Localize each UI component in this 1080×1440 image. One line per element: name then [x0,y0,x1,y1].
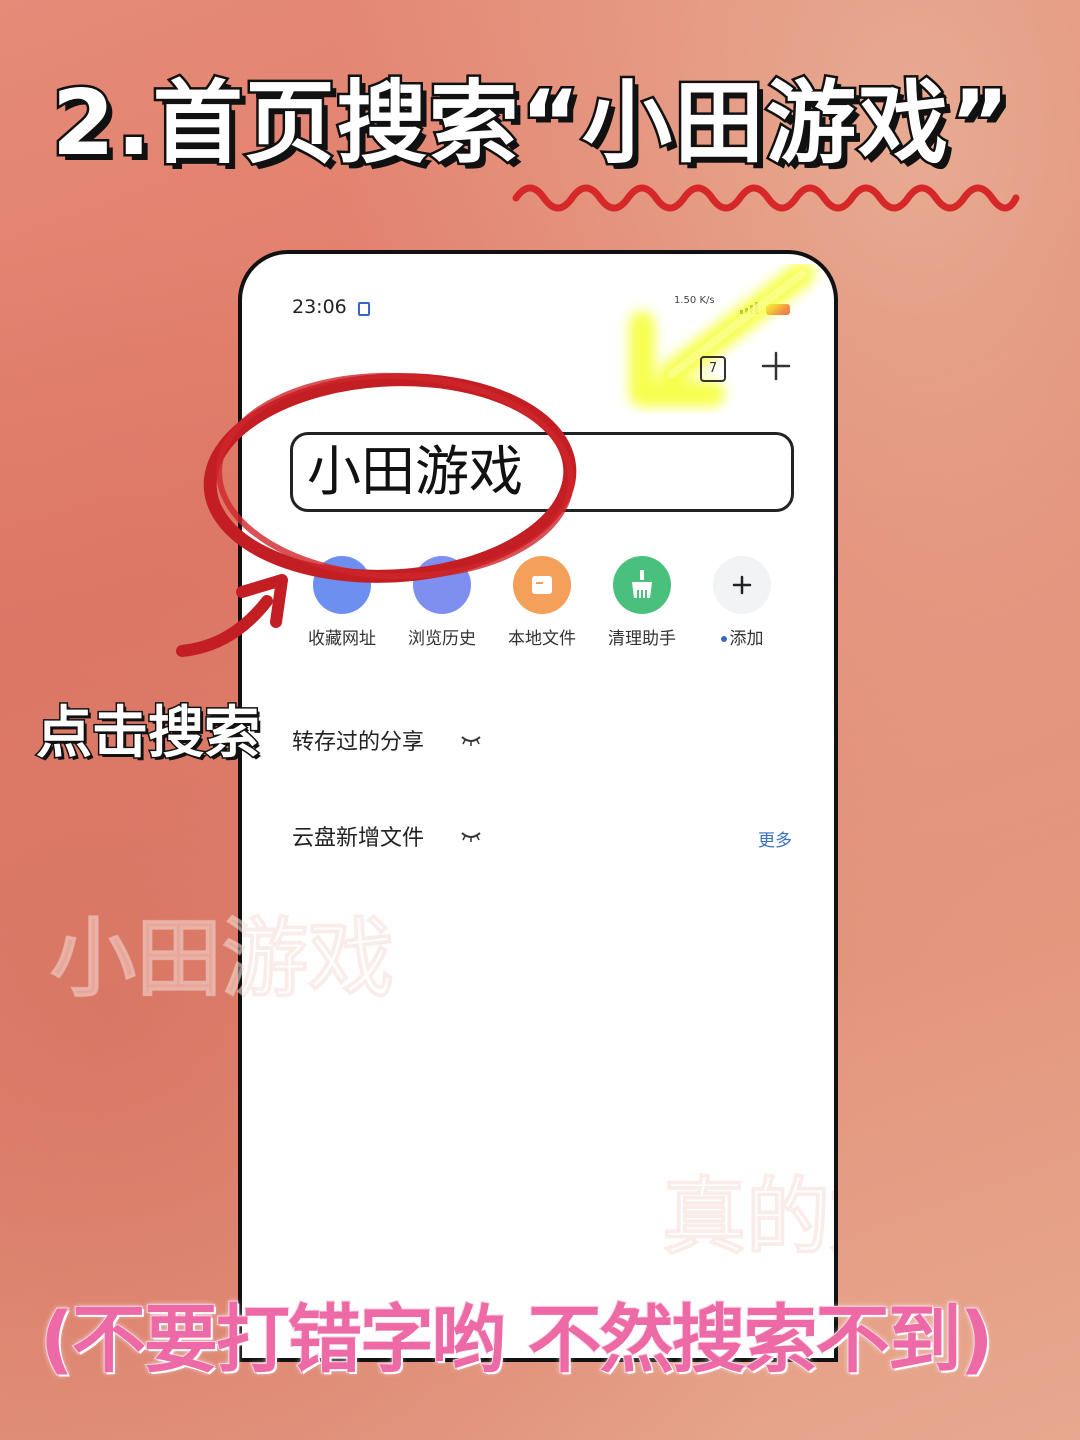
battery-icon [766,304,790,315]
more-link[interactable]: 更多 [758,826,792,851]
spelling-warning-note: (不要打错字哟 不然搜索不到) [39,1296,994,1384]
shortcut-history[interactable]: 浏览历史 [392,556,492,649]
shortcut-local-files[interactable]: 本地文件 [492,556,592,649]
shortcut-label: 浏览历史 [408,629,476,649]
title-underline-squiggle [512,184,1020,212]
new-dot-icon [720,636,727,642]
history-icon [413,556,471,614]
shortcut-label: 清理助手 [608,629,676,649]
plus-icon[interactable] [760,350,792,382]
shortcut-add[interactable]: 添加 [692,556,792,649]
page-title: 2.首页搜索“小田游戏” [49,69,1012,179]
click-search-hint: 点击搜索 [35,700,262,768]
shortcut-add-label: 添加 [729,629,764,649]
add-icon [713,556,771,614]
section-saved-shares: 转存过的分享 [292,730,425,755]
shortcut-label: 收藏网址 [308,629,376,649]
shortcut-bookmarks[interactable]: 收藏网址 [292,556,392,649]
bookmark-icon [313,556,371,614]
section-cloud-new-files: 云盘新增文件 [292,826,425,851]
eye-closed-icon[interactable] [460,734,482,746]
highlight-arrow-icon [629,264,815,407]
signal-icon [740,302,760,314]
broom-icon [613,556,671,614]
watermark-secondary: 真的好玩 [661,1168,834,1267]
watermark-primary: 小田游戏 [50,909,395,1010]
network-speed: 1.50 K/s [674,295,715,306]
shortcut-label: 本地文件 [508,629,576,649]
folder-icon [513,556,571,614]
tabs-button[interactable]: 7 [700,356,726,382]
phone-screen: 23:06 1.50 K/s 7 小田游戏 收藏网址 浏览历史 本地文件 清理助… [238,250,838,1362]
notification-icon [358,302,370,316]
shortcut-cleaner[interactable]: 清理助手 [592,556,692,649]
eye-closed-icon[interactable] [460,830,482,842]
shortcut-label: 添加 [692,624,792,649]
search-input[interactable]: 小田游戏 [290,432,794,512]
search-input-value: 小田游戏 [307,440,523,503]
status-time: 23:06 [292,296,347,318]
